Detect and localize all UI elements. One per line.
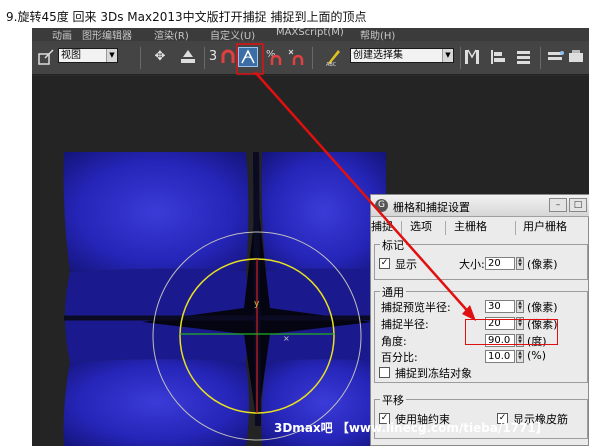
- svg-text:%: %: [266, 49, 276, 60]
- percent-spinner[interactable]: ▲ ▼: [516, 350, 524, 363]
- tab-user-grids[interactable]: 用户栅格: [523, 219, 567, 237]
- chevron-down-icon: ▼: [106, 49, 117, 62]
- maximize-icon[interactable]: □: [569, 198, 587, 212]
- menu-graph-editors[interactable]: 图形编辑器: [82, 28, 132, 41]
- percent-unit: (%): [527, 349, 547, 362]
- menu-animation[interactable]: 动画: [52, 28, 72, 41]
- angle-snap-icon[interactable]: [238, 47, 258, 67]
- menu-rendering[interactable]: 渲染(R): [154, 28, 189, 41]
- size-label: 大小:: [459, 258, 485, 271]
- dialog-titlebar[interactable]: G 栅格和捕捉设置 – □: [371, 195, 589, 217]
- menu-help[interactable]: 帮助(H): [360, 28, 395, 41]
- move-icon[interactable]: ✥: [150, 47, 170, 67]
- select-object-icon[interactable]: [178, 47, 198, 67]
- select-region-icon[interactable]: [36, 47, 56, 67]
- reference-coordinate-select[interactable]: 视图 ▼: [58, 48, 118, 63]
- pivot-marker: ×: [283, 334, 290, 343]
- spinner-snap-icon[interactable]: [286, 47, 306, 67]
- snap-frozen-label: 捕捉到冻结对象: [395, 367, 472, 380]
- snap-radius-label: 捕捉半径:: [381, 318, 429, 331]
- svg-text:ABC: ABC: [326, 62, 337, 67]
- mirror-icon[interactable]: [462, 47, 482, 67]
- snap-3d-label: 3: [208, 49, 218, 64]
- translate-group-label: 平移: [380, 392, 406, 408]
- preview-radius-label: 捕捉预览半径:: [381, 301, 451, 314]
- named-selection-icon[interactable]: ABC: [324, 47, 344, 68]
- tab-separator: [401, 221, 402, 235]
- snap-frozen-checkbox[interactable]: [379, 367, 390, 378]
- preview-radius-field[interactable]: 30: [485, 300, 515, 313]
- toolbar-separator: [540, 47, 541, 69]
- 3dsmax-window: 动画 图形编辑器 渲染(R) 自定义(U) MAXScript(M) 帮助(H)…: [32, 28, 589, 446]
- watermark-text: 3Dmax吧 【www.linecg.com/tieba/1771】: [274, 421, 548, 435]
- layer-manager-icon[interactable]: [546, 47, 566, 67]
- selection-set-value: 创建选择集: [353, 50, 403, 61]
- display-label: 显示: [395, 258, 417, 271]
- align-icon[interactable]: [488, 47, 508, 67]
- chevron-down-icon: ▼: [442, 49, 453, 62]
- percent-snap-icon[interactable]: %: [264, 47, 284, 67]
- menu-bar: 动画 图形编辑器 渲染(R) 自定义(U) MAXScript(M) 帮助(H): [32, 28, 589, 41]
- dialog-title: 栅格和捕捉设置: [393, 201, 470, 214]
- selection-set-dropdown[interactable]: 创建选择集 ▼: [350, 48, 454, 63]
- toolbar-separator: [460, 47, 461, 69]
- menu-customize[interactable]: 自定义(U): [210, 28, 255, 41]
- tab-options[interactable]: 选项: [410, 219, 432, 237]
- display-checkbox[interactable]: ✓: [379, 258, 390, 269]
- tab-separator: [515, 221, 516, 235]
- tab-separator: [445, 221, 446, 235]
- caption-text: 9.旋转45度 回来 3Ds Max2013中文版打开捕捉 捕捉到上面的顶点: [6, 10, 367, 24]
- toolbar-separator: [312, 47, 313, 69]
- percent-field[interactable]: 10.0: [485, 350, 515, 363]
- preview-radius-spinner[interactable]: ▲ ▼: [516, 300, 524, 313]
- max-logo-icon: G: [375, 199, 388, 212]
- layer-icon[interactable]: [514, 47, 534, 67]
- angle-label: 角度:: [381, 335, 407, 348]
- main-toolbar: 视图 ▼ ✥ 3 % ABC 创建选择集 ▼: [32, 41, 589, 75]
- minimize-icon[interactable]: –: [549, 198, 567, 212]
- size-spinner[interactable]: ▲ ▼: [516, 257, 524, 270]
- tab-home-grid[interactable]: 主栅格: [454, 219, 487, 237]
- preview-radius-unit: (像素): [527, 301, 558, 314]
- snap-toggle-icon[interactable]: [218, 47, 238, 67]
- toolbar-separator: [140, 47, 141, 69]
- tab-snaps[interactable]: 捕捉: [371, 219, 393, 237]
- render-icon[interactable]: [566, 47, 586, 67]
- general-group-label: 通用: [380, 284, 406, 300]
- percent-label: 百分比:: [381, 351, 418, 364]
- angle-highlight-box: [465, 319, 558, 345]
- size-unit: (像素): [527, 258, 558, 271]
- toolbar-separator: [204, 47, 205, 69]
- view-select-value: 视图: [61, 50, 81, 61]
- axis-y-label: y: [254, 299, 260, 309]
- menu-maxscript[interactable]: MAXScript(M): [276, 28, 344, 38]
- marker-group-label: 标记: [380, 237, 406, 253]
- size-field[interactable]: 20: [485, 257, 515, 270]
